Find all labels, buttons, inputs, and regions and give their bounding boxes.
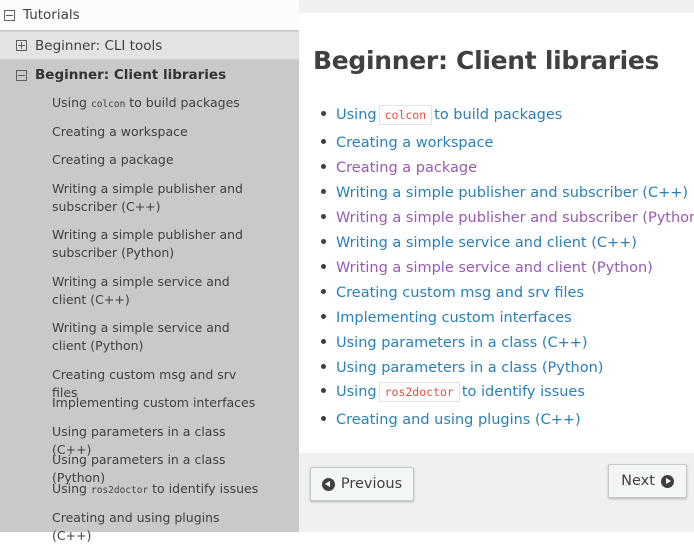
toc-item-tutorials[interactable]: Tutorials bbox=[4, 5, 303, 25]
bullet-icon bbox=[321, 338, 326, 344]
link-text[interactable]: Writing a simple publisher and subscribe… bbox=[336, 210, 694, 226]
sidebar-item-pubsub-python[interactable]: Writing a simple publisher and subscribe… bbox=[52, 226, 262, 262]
previous-button[interactable]: Previous bbox=[310, 467, 414, 501]
bullet-icon bbox=[321, 263, 326, 269]
plus-box-icon[interactable] bbox=[16, 40, 27, 51]
sidebar-item-plugins[interactable]: Creating and using plugins (C++) bbox=[52, 509, 262, 545]
sidebar-item-ros2doctor[interactable]: Using ros2doctor to identify issues bbox=[52, 480, 262, 500]
list-link-pubsub-cpp[interactable]: Writing a simple publisher and subscribe… bbox=[321, 185, 688, 201]
link-text[interactable]: Implementing custom interfaces bbox=[336, 310, 572, 326]
minus-box-icon[interactable] bbox=[4, 9, 15, 21]
bullet-icon bbox=[321, 415, 326, 421]
toc-item-client-libraries[interactable]: Beginner: Client libraries bbox=[0, 64, 299, 86]
sidebar-nav: Tutorials Beginner: CLI tools Beginner: … bbox=[0, 0, 299, 543]
content-area: Beginner: Client libraries Using colcon to… bbox=[299, 13, 694, 453]
list-link-workspace[interactable]: Creating a workspace bbox=[321, 135, 493, 151]
previous-label: Previous bbox=[340, 476, 403, 492]
list-link-custom-interfaces[interactable]: Implementing custom interfaces bbox=[321, 310, 572, 326]
sidebar-item-text: Using bbox=[52, 95, 91, 110]
sidebar-item-package[interactable]: Creating a package bbox=[52, 151, 262, 169]
bullet-icon bbox=[321, 363, 326, 369]
toc-item-label: Beginner: Client libraries bbox=[35, 67, 227, 83]
sidebar-item-custom-interfaces[interactable]: Implementing custom interfaces bbox=[52, 394, 262, 412]
bullet-icon bbox=[321, 163, 326, 169]
bullet-icon bbox=[321, 387, 326, 393]
toc-item-label: Beginner: CLI tools bbox=[35, 37, 163, 54]
toc-item-label: Tutorials bbox=[23, 7, 80, 23]
list-link-pubsub-python[interactable]: Writing a simple publisher and subscribe… bbox=[321, 210, 694, 226]
list-link-params-cpp[interactable]: Using parameters in a class (C++) bbox=[321, 335, 588, 351]
page-title: Beginner: Client libraries bbox=[313, 46, 660, 75]
link-text[interactable]: Using parameters in a class (C++) bbox=[336, 335, 588, 351]
sidebar-item-text: Using bbox=[52, 481, 91, 496]
list-link-service-cpp[interactable]: Writing a simple service and client (C++… bbox=[321, 235, 637, 251]
sidebar-item-workspace[interactable]: Creating a workspace bbox=[52, 123, 262, 141]
link-text[interactable]: Creating custom msg and srv files bbox=[336, 285, 584, 301]
toc-item-cli-tools[interactable]: Beginner: CLI tools bbox=[0, 31, 299, 60]
sidebar-item-service-python[interactable]: Writing a simple service and client (Pyt… bbox=[52, 319, 262, 355]
link-text[interactable]: Using bbox=[336, 384, 377, 400]
link-text[interactable]: to build packages bbox=[434, 107, 562, 123]
circle-arrow-right-icon bbox=[660, 474, 674, 488]
next-button[interactable]: Next bbox=[608, 464, 687, 498]
inline-code: ros2doctor bbox=[378, 382, 460, 402]
link-text[interactable]: Using parameters in a class (Python) bbox=[336, 360, 603, 376]
bullet-icon bbox=[321, 213, 326, 219]
list-link-plugins[interactable]: Creating and using plugins (C++) bbox=[321, 412, 581, 428]
bullet-icon bbox=[321, 288, 326, 294]
list-link-params-python[interactable]: Using parameters in a class (Python) bbox=[321, 360, 603, 376]
sidebar-item-text: to identify issues bbox=[148, 481, 259, 496]
list-link-colcon[interactable]: Using colcon to build packages bbox=[321, 105, 562, 125]
link-text[interactable]: Using bbox=[336, 107, 377, 123]
sidebar-item-pubsub-cpp[interactable]: Writing a simple publisher and subscribe… bbox=[52, 180, 262, 216]
inline-code: ros2doctor bbox=[90, 485, 149, 496]
bullet-icon bbox=[321, 188, 326, 194]
bullet-icon bbox=[321, 138, 326, 144]
list-link-service-python[interactable]: Writing a simple service and client (Pyt… bbox=[321, 260, 653, 276]
minus-box-icon[interactable] bbox=[16, 69, 27, 81]
bullet-icon bbox=[321, 110, 326, 116]
link-text[interactable]: Creating a package bbox=[336, 160, 477, 176]
link-text[interactable]: Creating a workspace bbox=[336, 135, 493, 151]
list-link-package[interactable]: Creating a package bbox=[321, 160, 477, 176]
main-panel: Beginner: Client libraries Using colcon to… bbox=[299, 0, 694, 532]
sidebar-item-text: to build packages bbox=[125, 95, 240, 110]
next-label: Next bbox=[621, 473, 655, 489]
list-link-ros2doctor[interactable]: Using ros2doctor to identify issues bbox=[321, 382, 585, 402]
inline-code: colcon bbox=[90, 99, 126, 110]
bullet-icon bbox=[321, 313, 326, 319]
sidebar-item-service-cpp[interactable]: Writing a simple service and client (C++… bbox=[52, 273, 262, 309]
link-text[interactable]: Writing a simple publisher and subscribe… bbox=[336, 185, 688, 201]
link-text[interactable]: Writing a simple service and client (Pyt… bbox=[336, 260, 653, 276]
inline-code: colcon bbox=[378, 105, 433, 125]
link-text[interactable]: Writing a simple service and client (C++… bbox=[336, 235, 637, 251]
sidebar-item-colcon[interactable]: Using colcon to build packages bbox=[52, 94, 262, 114]
bullet-icon bbox=[321, 238, 326, 244]
link-text[interactable]: Creating and using plugins (C++) bbox=[336, 412, 581, 428]
list-link-msg-srv[interactable]: Creating custom msg and srv files bbox=[321, 285, 584, 301]
circle-arrow-left-icon bbox=[321, 477, 335, 491]
link-text[interactable]: to identify issues bbox=[462, 384, 585, 400]
